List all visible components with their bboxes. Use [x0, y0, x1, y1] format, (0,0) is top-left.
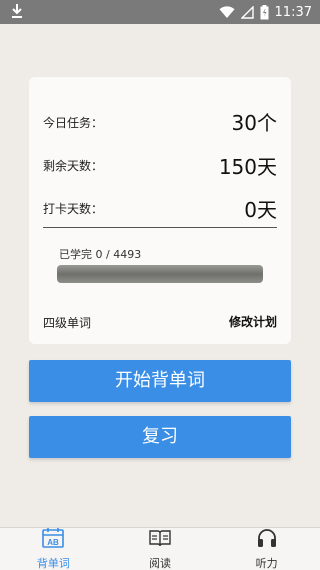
calendar-ab-icon: AB — [41, 527, 65, 553]
headphones-icon — [255, 527, 279, 553]
svg-text:AB: AB — [48, 538, 60, 547]
clock-time: 11:37 — [274, 4, 312, 20]
task-value: 30个 — [231, 111, 277, 135]
remaining-days-value: 150天 — [218, 155, 277, 179]
tab-label: 听力 — [255, 557, 278, 570]
signal-icon — [240, 5, 254, 19]
bottom-tab-bar: AB 背单词 阅读 听力 — [0, 527, 320, 570]
tab-label: 阅读 — [149, 557, 171, 570]
start-memorize-button[interactable]: 开始背单词 — [29, 360, 291, 402]
tab-memorize[interactable]: AB 背单词 — [0, 528, 107, 570]
tab-reading[interactable]: 阅读 — [107, 528, 214, 570]
book-icon — [148, 527, 172, 553]
checkin-days-value: 0天 — [244, 198, 277, 222]
download-icon — [10, 3, 24, 19]
word-book-label: 四级单词 — [43, 316, 92, 330]
task-label: 今日任务： — [43, 116, 104, 130]
tab-listening[interactable]: 听力 — [213, 528, 320, 570]
learning-progress-bar — [57, 265, 263, 283]
modify-plan-button[interactable]: 修改计划 — [229, 313, 277, 330]
review-button[interactable]: 复习 — [29, 416, 291, 458]
divider — [43, 227, 277, 228]
study-plan-card: 今日任务： 30个 剩余天数： 150天 打卡天数： 0天 已学完 0 / 44… — [29, 77, 291, 344]
learned-count: 已学完 0 / 4493 — [59, 248, 142, 261]
wifi-icon — [219, 5, 235, 19]
status-bar: 11:37 — [0, 0, 320, 24]
checkin-days-label: 打卡天数： — [43, 202, 104, 216]
battery-icon — [260, 4, 269, 20]
tab-label: 背单词 — [36, 557, 70, 570]
remaining-days-label: 剩余天数： — [43, 159, 104, 173]
